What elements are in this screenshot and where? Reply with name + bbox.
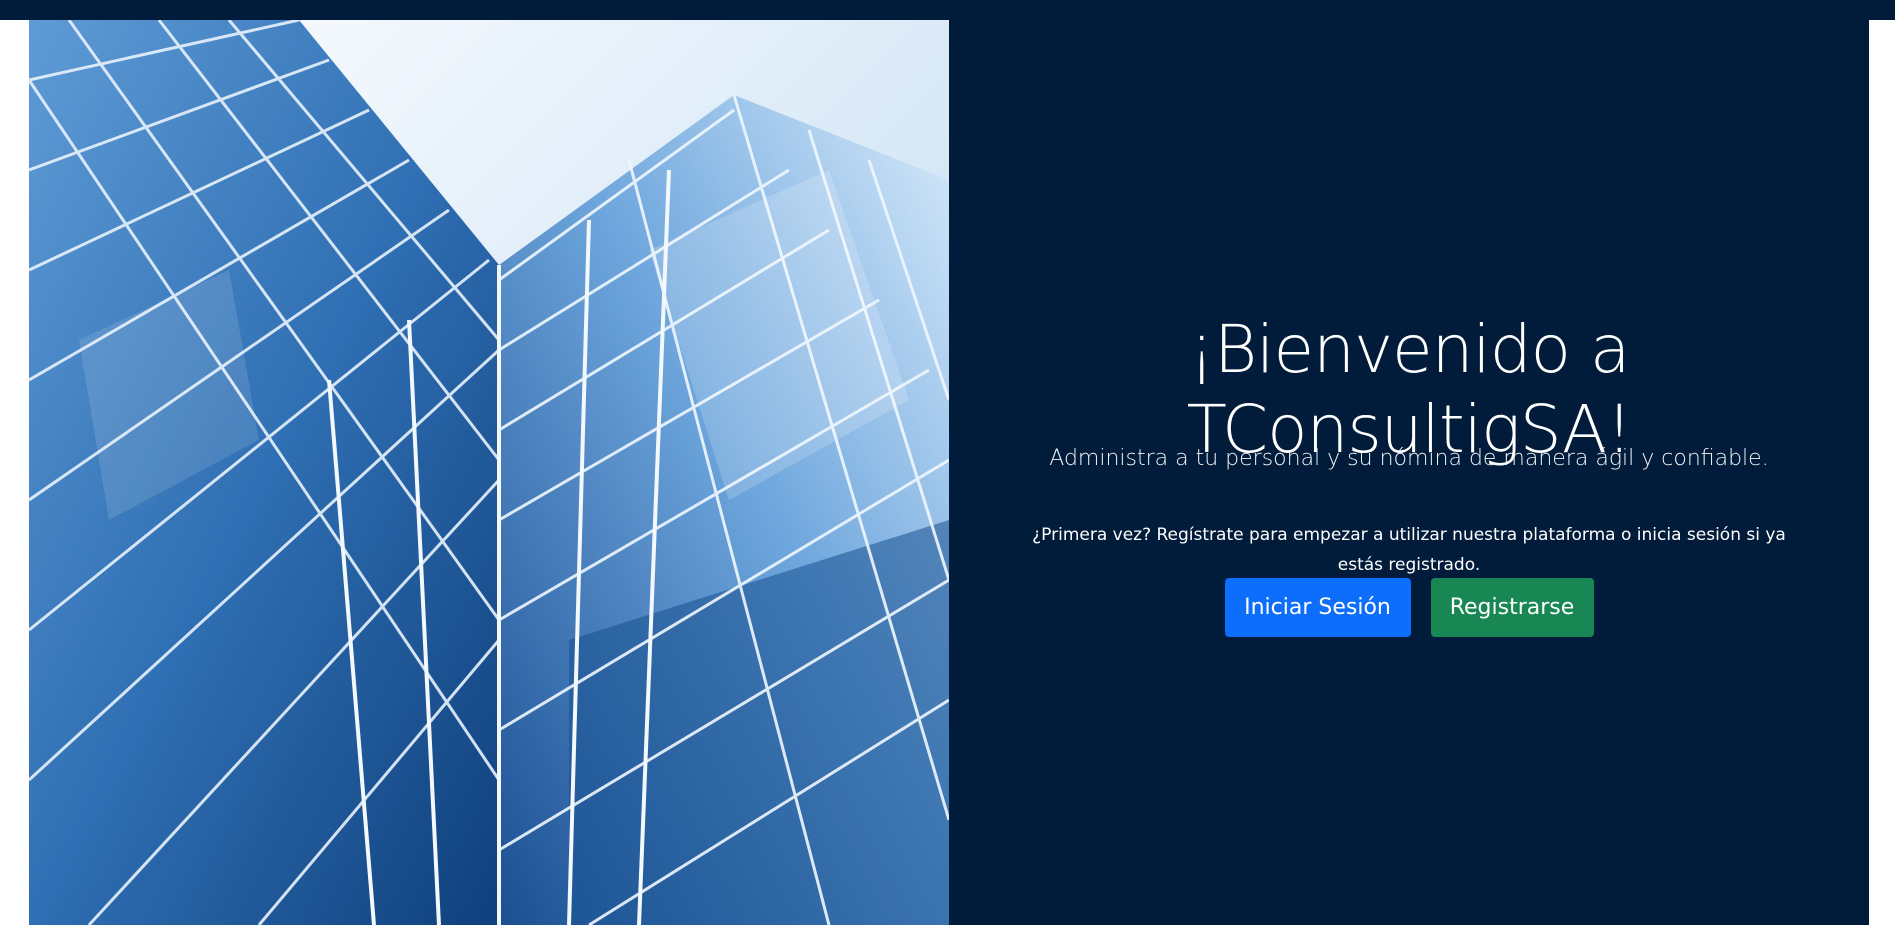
action-buttons: Iniciar Sesión Registrarse [989,578,1829,637]
glass-building-image [29,20,949,925]
register-button[interactable]: Registrarse [1430,578,1594,637]
page-subtitle: Administra a tu personal y su nómina de … [1049,446,1769,471]
welcome-panel: ¡Bienvenido a TConsultigSA! Administra a… [29,20,1869,925]
login-button[interactable]: Iniciar Sesión [1224,578,1411,637]
intro-text: ¿Primera vez? Regístrate para empezar a … [1032,525,1786,575]
welcome-content: ¡Bienvenido a TConsultigSA! Administra a… [989,20,1829,925]
top-bar [0,0,1895,20]
